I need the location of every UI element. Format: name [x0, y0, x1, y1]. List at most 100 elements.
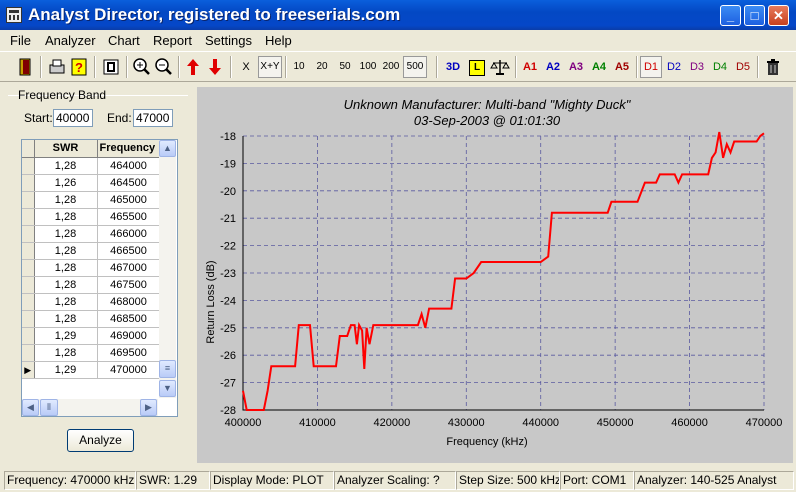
d1-button[interactable]: D1: [640, 56, 662, 78]
minimize-button[interactable]: _: [720, 5, 741, 26]
row-indicator[interactable]: [22, 191, 35, 209]
frequency-cell[interactable]: 470000: [97, 361, 161, 379]
swr-cell[interactable]: 1,28: [34, 157, 98, 175]
swr-cell[interactable]: 1,28: [34, 293, 98, 311]
table-row[interactable]: 1,28 467000: [22, 259, 161, 277]
row-indicator[interactable]: [22, 242, 35, 260]
row-indicator[interactable]: ▶: [22, 361, 35, 379]
frequency-cell[interactable]: 464000: [97, 157, 161, 175]
row-indicator[interactable]: [22, 327, 35, 345]
zoom-out-icon[interactable]: [152, 56, 174, 78]
menu-chart[interactable]: Chart: [108, 33, 140, 48]
row-indicator[interactable]: [22, 208, 35, 226]
table-row[interactable]: 1,28 467500: [22, 276, 161, 294]
step-200-button[interactable]: 200: [380, 56, 402, 78]
arrow-down-icon[interactable]: [204, 56, 226, 78]
table-row[interactable]: 1,29 469000: [22, 327, 161, 345]
arrow-up-icon[interactable]: [182, 56, 204, 78]
step-50-button[interactable]: 50: [334, 56, 356, 78]
frequency-cell[interactable]: 469500: [97, 344, 161, 362]
row-indicator[interactable]: [22, 293, 35, 311]
row-indicator[interactable]: [22, 157, 35, 175]
frequency-cell[interactable]: 469000: [97, 327, 161, 345]
d5-button[interactable]: D5: [732, 56, 754, 78]
table-row[interactable]: 1,28 465000: [22, 191, 161, 209]
swr-cell[interactable]: 1,29: [34, 361, 98, 379]
x-mode-button[interactable]: X: [235, 56, 257, 78]
swr-cell[interactable]: 1,28: [34, 242, 98, 260]
table-row[interactable]: 1,28 465500: [22, 208, 161, 226]
scroll-right-button[interactable]: ▶: [140, 399, 157, 416]
row-indicator[interactable]: [22, 310, 35, 328]
a2-button[interactable]: A2: [542, 56, 564, 78]
frequency-cell[interactable]: 466500: [97, 242, 161, 260]
analyze-button[interactable]: Analyze: [67, 429, 134, 452]
swr-cell[interactable]: 1,29: [34, 327, 98, 345]
frequency-cell[interactable]: 468500: [97, 310, 161, 328]
table-row[interactable]: 1,28 464000: [22, 157, 161, 175]
menu-analyzer[interactable]: Analyzer: [45, 33, 96, 48]
swr-cell[interactable]: 1,28: [34, 344, 98, 362]
help-icon[interactable]: ?: [68, 56, 90, 78]
swr-cell[interactable]: 1,28: [34, 208, 98, 226]
table-row[interactable]: 1,28 466500: [22, 242, 161, 260]
menu-help[interactable]: Help: [265, 33, 292, 48]
a3-button[interactable]: A3: [565, 56, 587, 78]
menu-settings[interactable]: Settings: [205, 33, 252, 48]
scroll-down-button[interactable]: ▼: [159, 380, 176, 397]
swr-cell[interactable]: 1,28: [34, 191, 98, 209]
end-field[interactable]: 47000: [133, 109, 173, 127]
menu-file[interactable]: File: [10, 33, 31, 48]
start-field[interactable]: 40000: [53, 109, 93, 127]
close-button[interactable]: ✕: [768, 5, 789, 26]
xy-mode-button[interactable]: X+Y: [258, 56, 282, 78]
frequency-cell[interactable]: 467000: [97, 259, 161, 277]
step-20-button[interactable]: 20: [310, 56, 334, 78]
frequency-cell[interactable]: 465000: [97, 191, 161, 209]
table-row[interactable]: ▶ 1,29 470000: [22, 361, 161, 379]
zoom-in-icon[interactable]: [130, 56, 152, 78]
frequency-cell[interactable]: 464500: [97, 174, 161, 192]
hscroll-thumb[interactable]: ⦀: [40, 399, 58, 416]
a4-button[interactable]: A4: [588, 56, 610, 78]
frequency-cell[interactable]: 467500: [97, 276, 161, 294]
view-3d-button[interactable]: 3D: [442, 56, 464, 78]
table-row[interactable]: 1,26 464500: [22, 174, 161, 192]
d4-button[interactable]: D4: [709, 56, 731, 78]
view-l-button[interactable]: L: [466, 56, 488, 78]
a1-button[interactable]: A1: [519, 56, 541, 78]
row-indicator[interactable]: [22, 276, 35, 294]
scale-icon[interactable]: [489, 56, 511, 78]
scroll-left-button[interactable]: ◀: [22, 399, 39, 416]
frequency-header[interactable]: Frequency: [97, 140, 161, 158]
swr-cell[interactable]: 1,28: [34, 225, 98, 243]
data-grid[interactable]: SWR Frequency 1,28 464000 1,26 464500 1,28 46…: [21, 139, 178, 417]
table-row[interactable]: 1,28 466000: [22, 225, 161, 243]
table-row[interactable]: 1,28 469500: [22, 344, 161, 362]
swr-cell[interactable]: 1,28: [34, 276, 98, 294]
step-10-button[interactable]: 10: [288, 56, 310, 78]
maximize-button[interactable]: □: [744, 5, 765, 26]
table-row[interactable]: 1,28 468500: [22, 310, 161, 328]
a5-button[interactable]: A5: [611, 56, 633, 78]
frequency-cell[interactable]: 468000: [97, 293, 161, 311]
row-indicator[interactable]: [22, 344, 35, 362]
swr-header[interactable]: SWR: [34, 140, 98, 158]
horizontal-scrollbar[interactable]: ◀ ⦀ ▶: [22, 399, 158, 416]
swr-cell[interactable]: 1,28: [34, 310, 98, 328]
swr-cell[interactable]: 1,28: [34, 259, 98, 277]
stop-icon[interactable]: [100, 56, 122, 78]
scroll-thumb[interactable]: ≡: [159, 360, 176, 378]
row-indicator[interactable]: [22, 259, 35, 277]
frequency-cell[interactable]: 465500: [97, 208, 161, 226]
print-icon[interactable]: [46, 56, 68, 78]
menu-report[interactable]: Report: [153, 33, 192, 48]
exit-door-icon[interactable]: [14, 56, 36, 78]
step-100-button[interactable]: 100: [356, 56, 380, 78]
step-500-button[interactable]: 500: [403, 56, 427, 78]
scroll-up-button[interactable]: ▲: [159, 140, 176, 157]
swr-cell[interactable]: 1,26: [34, 174, 98, 192]
row-indicator[interactable]: [22, 174, 35, 192]
trash-icon[interactable]: [762, 56, 784, 78]
table-row[interactable]: 1,28 468000: [22, 293, 161, 311]
